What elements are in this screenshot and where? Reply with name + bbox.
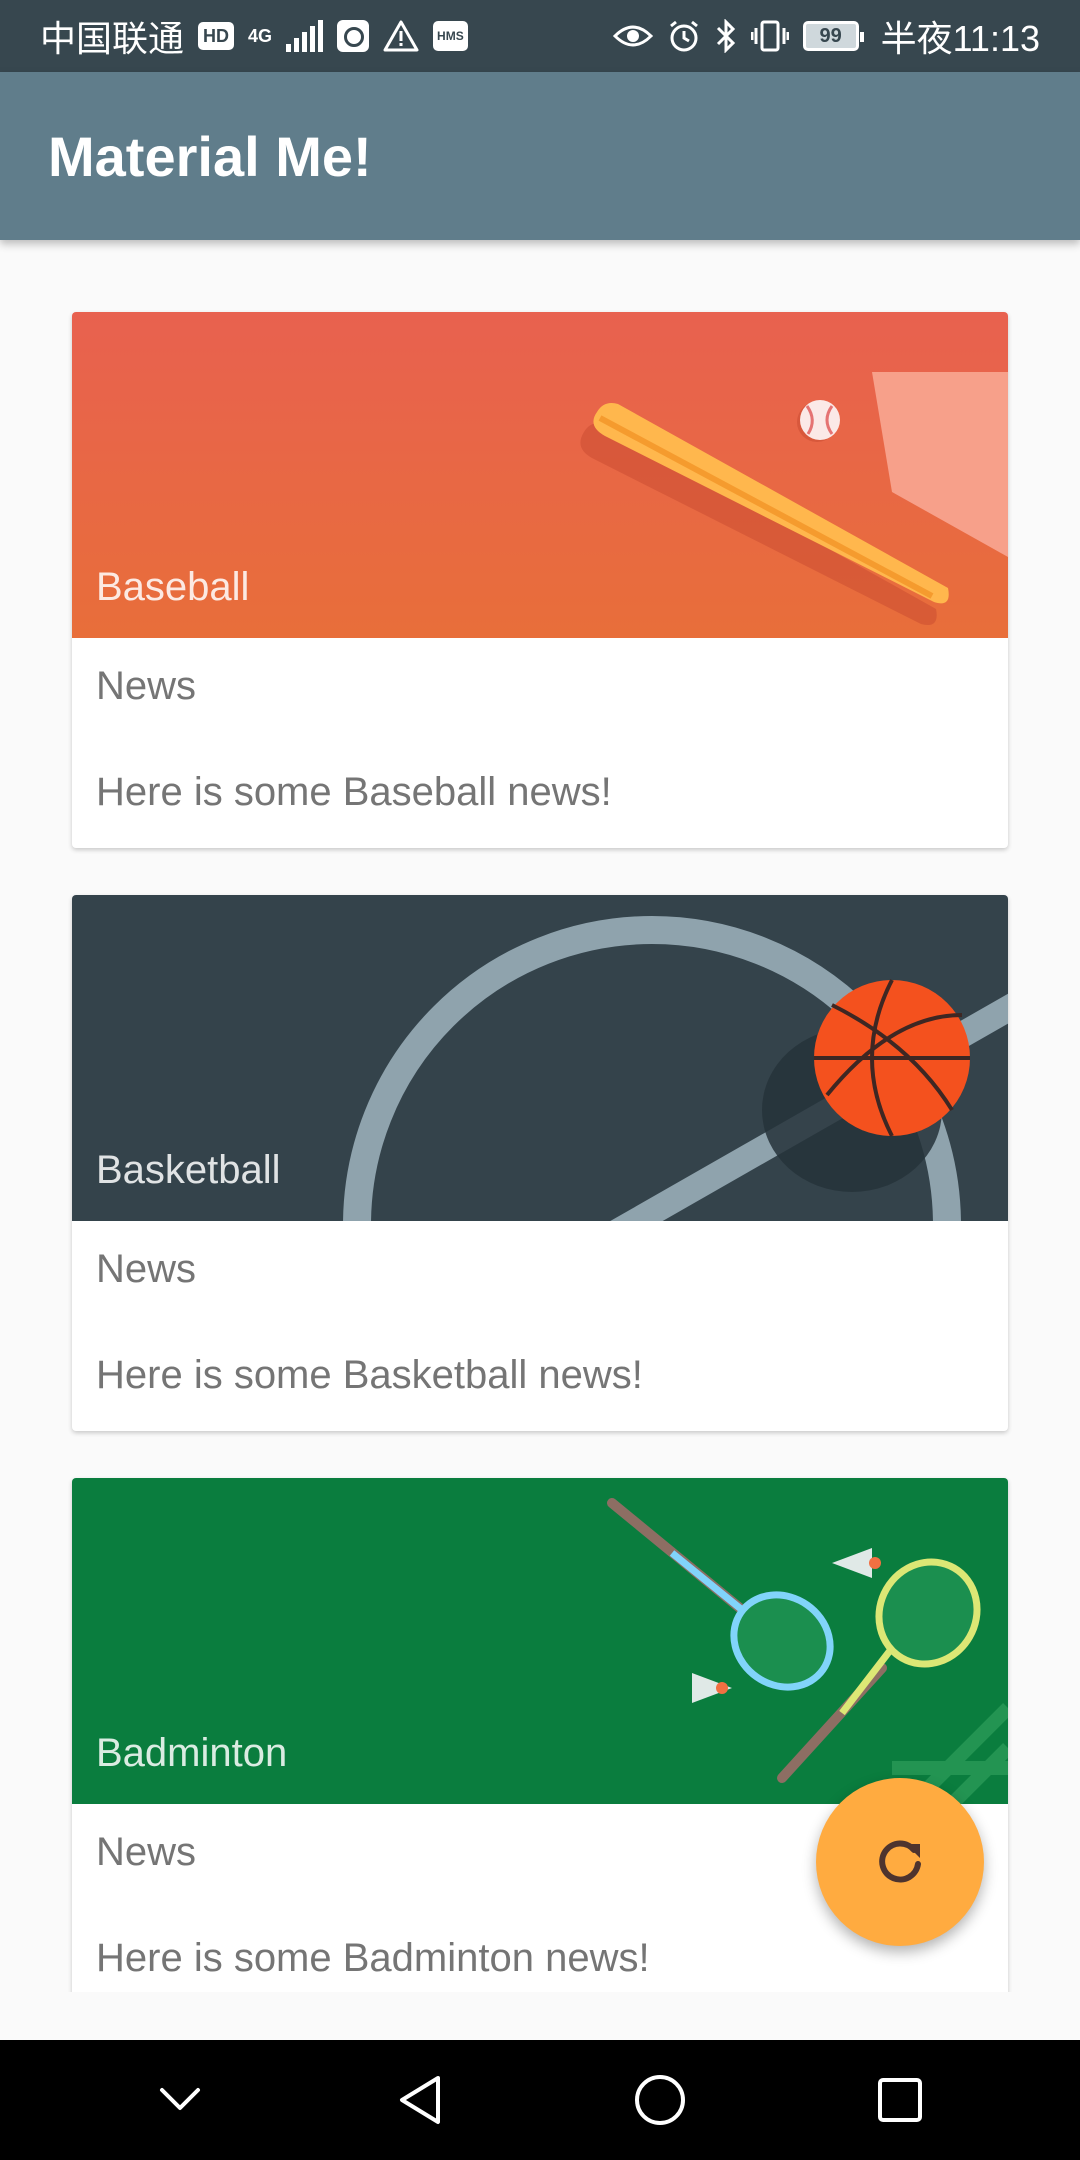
sport-card-baseball[interactable]: Baseball News Here is some Baseball news… [72, 312, 1008, 848]
card-title: Badminton [96, 1731, 288, 1775]
home-button[interactable] [615, 2055, 705, 2145]
card-subtitle: News [96, 1247, 197, 1291]
sport-card-basketball[interactable]: Basketball News Here is some Basketball … [72, 895, 1008, 1431]
status-left: 中国联通 HD 4G HMS [40, 10, 468, 62]
card-title: Baseball [96, 565, 250, 609]
hms-badge: HMS [433, 21, 468, 51]
card-subtitle: News [96, 664, 197, 708]
network-type: 4G [248, 26, 273, 46]
refresh-button[interactable] [816, 1778, 984, 1946]
vibrate-icon [750, 20, 789, 52]
navigation-bar [0, 2040, 1080, 2160]
chevron-down-icon [160, 2088, 200, 2110]
recents-icon [878, 2078, 922, 2122]
bluetooth-icon [716, 19, 735, 53]
recents-button[interactable] [855, 2055, 945, 2145]
eye-icon [612, 25, 653, 47]
back-icon [400, 2076, 440, 2124]
status-right: 99 半夜11:13 [612, 10, 1040, 62]
screen: 中国联通 HD 4G HMS 99 半夜11:13 Material Me! B… [0, 0, 1080, 2160]
sports-list[interactable]: Baseball News Here is some Baseball news… [0, 240, 1080, 1992]
card-info: Here is some Basketball news! [96, 1353, 643, 1397]
hd-badge: HD [198, 22, 235, 50]
battery-icon: 99 [802, 21, 864, 51]
refresh-icon [879, 1840, 921, 1883]
card-image: Basketball [72, 895, 1008, 1221]
signal-icon [286, 20, 324, 52]
carrier-name: 中国联通 [40, 18, 185, 59]
card-info: Here is some Baseball news! [96, 770, 612, 814]
status-bar: 中国联通 HD 4G HMS 99 半夜11:13 [0, 0, 1080, 72]
app-bar: Material Me! [0, 72, 1080, 240]
clock: 半夜11:13 [880, 18, 1040, 59]
chevron-down-button[interactable] [135, 2055, 225, 2145]
app-notification-icon [337, 20, 370, 52]
alarm-icon [669, 20, 698, 52]
warning-icon [383, 20, 419, 52]
card-subtitle: News [96, 1830, 197, 1874]
card-image: Baseball [72, 312, 1008, 638]
back-button[interactable] [375, 2055, 465, 2145]
app-title: Material Me! [48, 124, 372, 188]
card-info: Here is some Badminton news! [96, 1936, 650, 1980]
card-image: Badminton [72, 1478, 1008, 1804]
card-title: Basketball [96, 1148, 281, 1192]
home-icon [635, 2075, 685, 2125]
